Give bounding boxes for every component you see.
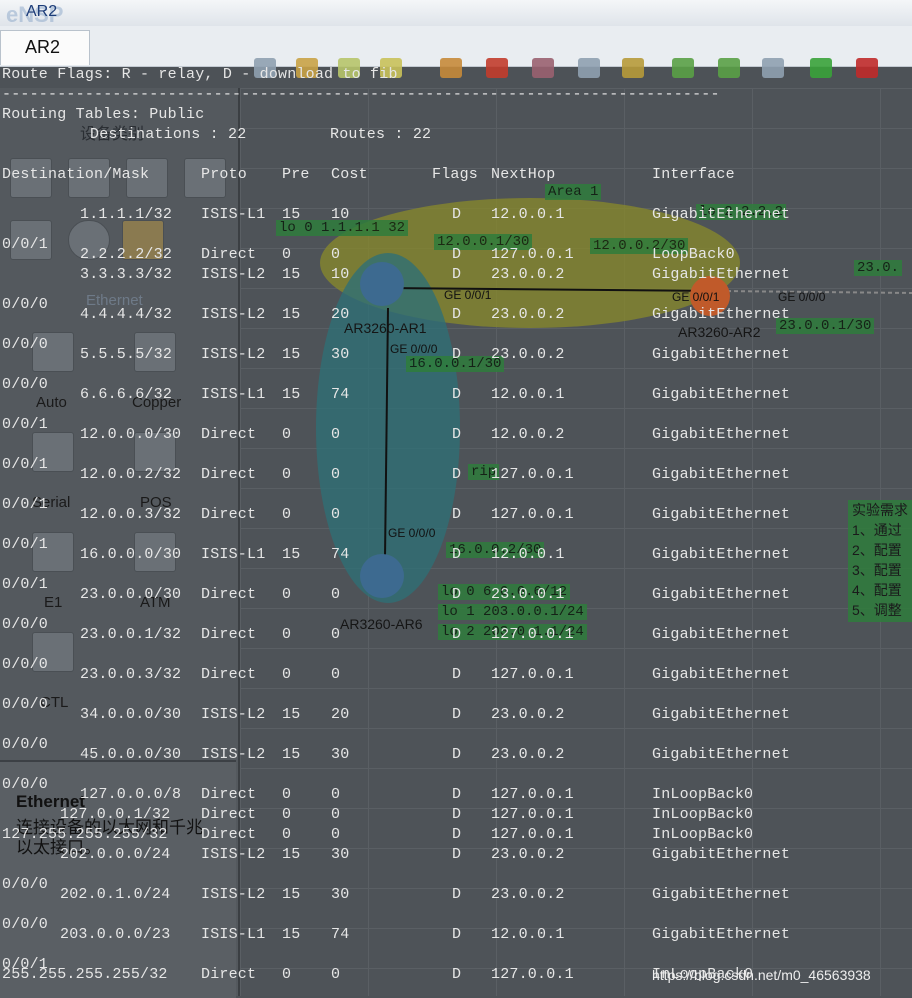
label-ar1-link: 12.0.0.1/30 xyxy=(434,234,533,250)
watermark: https://blog.csdn.net/m0_46563938 xyxy=(652,967,871,983)
cable-icon[interactable] xyxy=(122,220,164,260)
tab-ar2[interactable]: AR2 xyxy=(0,30,90,65)
req-title: 实验需求 xyxy=(852,502,908,518)
cable-description: Ethernet 连接设备的以太网和千兆以太接口。 xyxy=(16,792,216,858)
zoom-out-icon[interactable] xyxy=(718,58,740,78)
req-item-3: 3、配置 xyxy=(852,562,902,578)
port-ar1-ge000: GE 0/0/0 xyxy=(390,342,438,356)
stop-icon[interactable] xyxy=(856,58,878,78)
area-label: Area 1 xyxy=(545,184,602,200)
rect-icon[interactable] xyxy=(622,58,644,78)
label-ar1-ar6-link: 16.0.0.1/30 xyxy=(406,356,505,372)
title-bar: eNSP AR2 xyxy=(0,0,912,27)
hand-icon[interactable] xyxy=(440,58,462,78)
serial-cable-icon[interactable] xyxy=(32,432,74,472)
section-ethernet: Ethernet xyxy=(86,292,143,309)
label-ar2-ar3-link: 23.0.0.1/30 xyxy=(776,318,875,334)
delete-icon[interactable] xyxy=(486,58,508,78)
item-atm: ATM xyxy=(140,594,171,611)
atm-cable-icon[interactable] xyxy=(134,532,176,572)
item-auto: Auto xyxy=(36,394,67,411)
label-ar3-link: 23.0. xyxy=(854,260,903,276)
clear-icon[interactable] xyxy=(532,58,554,78)
req-item-5: 5、调整 xyxy=(852,602,902,618)
switch-icon[interactable] xyxy=(68,158,110,198)
tab-label: AR2 xyxy=(25,37,61,57)
label-lo1-ar6: lo 1 203.0.0.1/24 xyxy=(438,604,587,620)
label-lo0-ar6: lo 0 6.6.6.6/12 xyxy=(438,584,571,600)
open-icon[interactable] xyxy=(296,58,318,78)
req-item-4: 4、配置 xyxy=(852,582,902,598)
item-pos: POS xyxy=(140,494,172,511)
router-ar1-icon[interactable] xyxy=(360,262,404,306)
item-copper: Copper xyxy=(132,394,182,411)
device-ar6: AR3260-AR6 xyxy=(340,616,423,632)
port-ar2-ge000: GE 0/0/0 xyxy=(778,290,826,304)
label-lo-ar1: lo 0 1.1.1.1 32 xyxy=(276,220,409,236)
toolbar xyxy=(0,26,912,78)
device-palette: 设备类别 Ethernet Auto Copper Serial POS E1 … xyxy=(0,88,241,998)
text-icon[interactable] xyxy=(578,58,600,78)
label-lo-ar2: lo 2.2.2.2 xyxy=(696,204,787,220)
auto-cable-icon[interactable] xyxy=(32,332,74,372)
port-ar1-ge001: GE 0/0/1 xyxy=(444,288,492,302)
window-title: AR2 xyxy=(26,3,58,20)
topology-canvas[interactable]: Area 1 AR3260-AR1 AR3260-AR2 AR3260-AR6 … xyxy=(240,88,912,996)
label-lo2-ar6: lo 2 203.0.1.1/24 xyxy=(438,624,587,640)
firewall-icon[interactable] xyxy=(184,158,226,198)
rip-area-highlight xyxy=(316,253,460,603)
undo-icon[interactable] xyxy=(380,58,402,78)
copper-cable-icon[interactable] xyxy=(134,332,176,372)
pc-icon[interactable] xyxy=(10,220,52,260)
save-icon[interactable] xyxy=(338,58,360,78)
pos-cable-icon[interactable] xyxy=(134,432,176,472)
device-ar2: AR3260-AR2 xyxy=(678,324,761,340)
palette-title: 设备类别 xyxy=(80,126,145,143)
router-icon[interactable] xyxy=(10,158,52,198)
port-ar2-ge001: GE 0/0/1 xyxy=(672,290,720,304)
start-icon[interactable] xyxy=(810,58,832,78)
ctl-cable-icon[interactable] xyxy=(32,632,74,672)
e1-cable-icon[interactable] xyxy=(32,532,74,572)
desc-title: Ethernet xyxy=(16,792,85,811)
zoom-in-icon[interactable] xyxy=(672,58,694,78)
fit-icon[interactable] xyxy=(762,58,784,78)
label-ar2-link: 12.0.0.2/30 xyxy=(590,238,689,254)
label-rip: rip xyxy=(468,464,500,480)
item-e1: E1 xyxy=(44,594,63,611)
new-icon[interactable] xyxy=(254,58,276,78)
desc-text: 连接设备的以太网和千兆以太接口。 xyxy=(16,818,203,857)
requirements-note: 实验需求 1、通过 2、配置 3、配置 4、配置 5、调整 xyxy=(848,500,912,622)
port-ar6-ge000: GE 0/0/0 xyxy=(388,526,436,540)
req-item-2: 2、配置 xyxy=(852,542,902,558)
item-serial: Serial xyxy=(32,494,71,511)
label-ar6-link: 16.0.0.2/30 xyxy=(446,542,545,558)
device-ar1: AR3260-AR1 xyxy=(344,320,427,336)
router-ar6-icon[interactable] xyxy=(360,554,404,598)
cloud-icon[interactable] xyxy=(68,220,110,260)
item-ctl: CTL xyxy=(40,694,69,711)
req-item-1: 1、通过 xyxy=(852,522,902,538)
wlan-icon[interactable] xyxy=(126,158,168,198)
